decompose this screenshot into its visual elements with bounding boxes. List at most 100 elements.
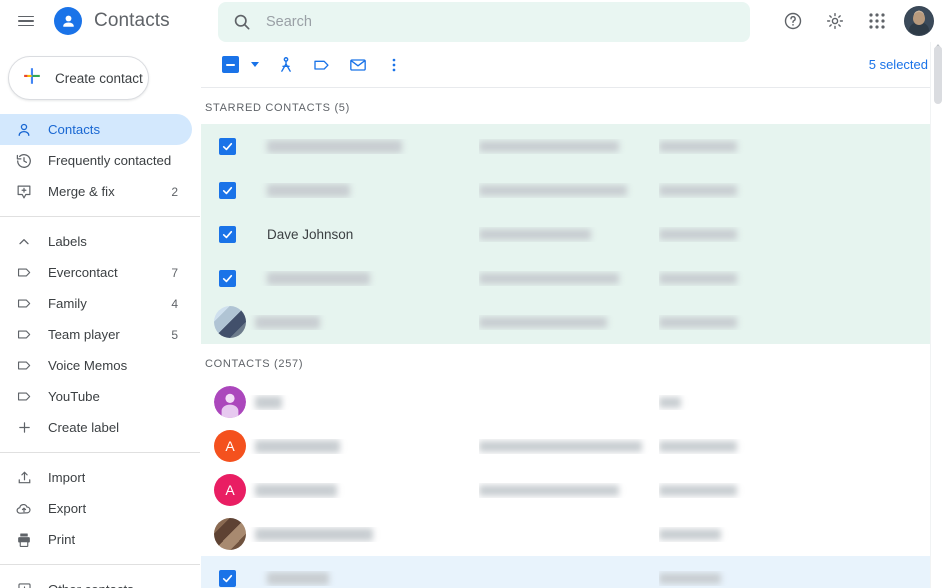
selection-toolbar: 5 selected bbox=[201, 42, 944, 88]
contact-email bbox=[479, 183, 659, 198]
avatar[interactable] bbox=[904, 6, 934, 36]
divider bbox=[0, 216, 200, 217]
sidebar-item-label: Frequently contacted bbox=[48, 153, 172, 168]
sidebar-item-contacts[interactable]: Contacts bbox=[0, 114, 192, 145]
checkbox-checked-icon bbox=[218, 225, 236, 243]
person-icon bbox=[14, 120, 34, 140]
sidebar-item-export[interactable]: Export bbox=[0, 493, 192, 524]
sidebar-create-label[interactable]: Create label bbox=[0, 412, 192, 443]
table-row[interactable] bbox=[201, 300, 944, 344]
contact-email bbox=[479, 439, 659, 454]
sidebar-item-merge-and-fix[interactable]: Merge & fix 2 bbox=[0, 176, 192, 207]
sidebar-label-team-player[interactable]: Team player 5 bbox=[0, 319, 192, 350]
contact-name: Dave Johnson bbox=[267, 226, 354, 242]
email-envelope-icon[interactable] bbox=[341, 48, 375, 82]
sidebar-labels-header-label: Labels bbox=[48, 234, 87, 249]
row-avatar[interactable] bbox=[205, 518, 249, 550]
sidebar-item-label: Export bbox=[48, 501, 87, 516]
plus-multicolor-icon bbox=[21, 65, 43, 92]
search-input[interactable] bbox=[262, 3, 750, 41]
divider bbox=[0, 564, 200, 565]
contact-phone bbox=[659, 139, 829, 154]
hamburger-icon[interactable] bbox=[6, 1, 46, 41]
chevron-down-icon[interactable] bbox=[251, 62, 259, 67]
table-row[interactable] bbox=[201, 124, 944, 168]
row-avatar[interactable]: A bbox=[205, 430, 249, 462]
merge-icon[interactable] bbox=[269, 48, 303, 82]
row-checkbox[interactable] bbox=[205, 269, 249, 287]
table-row[interactable]: Dave Johnson bbox=[201, 212, 944, 256]
row-checkbox[interactable] bbox=[205, 225, 249, 243]
contact-phone bbox=[659, 227, 829, 242]
checkbox-checked-icon bbox=[218, 137, 236, 155]
contact-phone bbox=[659, 527, 829, 542]
search-bar[interactable] bbox=[218, 2, 750, 42]
import-upload-icon bbox=[14, 468, 34, 488]
contact-name bbox=[249, 183, 479, 198]
sidebar-item-frequently-contacted[interactable]: Frequently contacted bbox=[0, 145, 192, 176]
sidebar-label-text: Team player bbox=[48, 327, 120, 342]
contact-email bbox=[479, 139, 659, 154]
table-row[interactable] bbox=[201, 556, 944, 588]
sidebar-item-label: Print bbox=[48, 532, 76, 547]
sidebar-label-evercontact[interactable]: Evercontact 7 bbox=[0, 257, 192, 288]
table-row[interactable] bbox=[201, 168, 944, 212]
sidebar-item-label: Other contacts bbox=[48, 582, 134, 588]
selected-count-text: 5 selected bbox=[868, 57, 928, 72]
more-vert-icon[interactable] bbox=[377, 48, 411, 82]
sidebar-item-import[interactable]: Import bbox=[0, 462, 192, 493]
table-row[interactable] bbox=[201, 380, 944, 424]
sidebar-label-count: 5 bbox=[171, 327, 178, 342]
content-area: 5 selected STARRED CONTACTS (5) Dave Joh… bbox=[200, 42, 944, 588]
gear-icon[interactable] bbox=[817, 3, 853, 39]
contact-phone bbox=[659, 395, 829, 410]
sidebar-label-youtube[interactable]: YouTube bbox=[0, 381, 192, 412]
sidebar-label-voice-memos[interactable]: Voice Memos bbox=[0, 350, 192, 381]
sidebar-label-family[interactable]: Family 4 bbox=[0, 288, 192, 319]
history-clock-icon bbox=[14, 151, 34, 171]
row-avatar[interactable] bbox=[205, 386, 249, 418]
contact-phone bbox=[659, 271, 829, 286]
contacts-list: STARRED CONTACTS (5) Dave Johnson CONTAC… bbox=[201, 88, 944, 588]
contact-name bbox=[249, 139, 479, 154]
sidebar-item-label: Contacts bbox=[48, 122, 101, 137]
row-checkbox[interactable] bbox=[205, 137, 249, 155]
row-checkbox[interactable] bbox=[205, 181, 249, 199]
sidebar-label-text: YouTube bbox=[48, 389, 100, 404]
contact-name bbox=[249, 527, 479, 542]
sidebar-item-other-contacts[interactable]: Other contacts bbox=[0, 574, 192, 588]
checkbox-indeterminate-icon[interactable] bbox=[213, 48, 247, 82]
sidebar-label-text: Create label bbox=[48, 420, 120, 435]
table-row[interactable] bbox=[201, 256, 944, 300]
contact-phone bbox=[659, 183, 829, 198]
create-contact-button[interactable]: Create contact bbox=[8, 56, 149, 100]
table-row[interactable] bbox=[201, 512, 944, 556]
help-icon[interactable] bbox=[775, 3, 811, 39]
scrollbar-thumb[interactable] bbox=[934, 46, 942, 104]
row-checkbox[interactable] bbox=[205, 569, 249, 587]
row-checkbox[interactable] bbox=[205, 306, 249, 338]
sidebar-item-print[interactable]: Print bbox=[0, 524, 192, 555]
section-header-starred: STARRED CONTACTS (5) bbox=[205, 102, 350, 114]
contact-phone bbox=[659, 439, 829, 454]
contact-email bbox=[479, 271, 659, 286]
apps-grid-icon[interactable] bbox=[859, 3, 895, 39]
sidebar-label-text: Family bbox=[48, 296, 87, 311]
sidebar-label-text: Evercontact bbox=[48, 265, 118, 280]
plus-icon bbox=[14, 418, 34, 438]
printer-icon bbox=[14, 530, 34, 550]
export-cloud-icon bbox=[14, 499, 34, 519]
row-avatar[interactable]: A bbox=[205, 474, 249, 506]
contact-phone bbox=[659, 483, 829, 498]
table-row[interactable]: A bbox=[201, 468, 944, 512]
page-title: Contacts bbox=[94, 10, 170, 31]
vertical-scrollbar[interactable] bbox=[930, 42, 944, 588]
contact-name bbox=[249, 315, 479, 330]
label-tag-icon[interactable] bbox=[305, 48, 339, 82]
brand[interactable]: Contacts bbox=[54, 7, 170, 35]
checkbox-checked-icon bbox=[218, 569, 236, 587]
contacts-person-logo bbox=[54, 7, 82, 35]
sidebar-labels-header[interactable]: Labels bbox=[0, 226, 192, 257]
contact-phone bbox=[659, 315, 829, 330]
table-row[interactable]: A bbox=[201, 424, 944, 468]
